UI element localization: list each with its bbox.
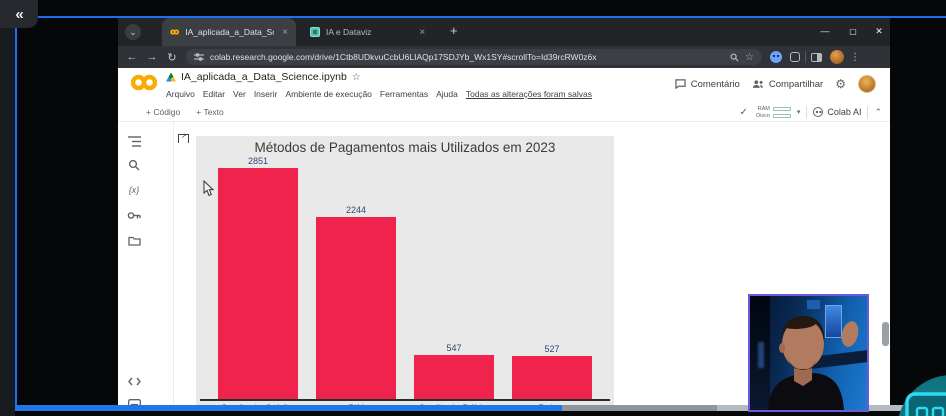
menu-item-ver[interactable]: Ver [233,89,246,99]
tab-title: IA e Dataviz [326,27,372,37]
progress-played [15,405,563,411]
bookmark-star-icon[interactable]: ☆ [745,52,754,63]
variables-icon[interactable]: {x} [125,181,143,199]
menu-item-inserir[interactable]: Inserir [254,89,278,99]
x-axis-line [200,399,610,401]
tab-close-button[interactable]: × [282,27,288,38]
reload-button[interactable]: ↻ [162,51,182,64]
browser-profile-avatar[interactable] [830,50,844,64]
colab-menu-bar: Arquivo Editar Ver Inserir Ambiente de execu… [166,89,592,99]
tab-search-button[interactable]: ⌄ [125,24,141,40]
presenter-person [768,316,859,410]
window-maximize-button[interactable]: ▢ [843,21,863,41]
menu-item-editar[interactable]: Editar [203,89,225,99]
comment-button[interactable]: Comentário [675,79,740,90]
bar-value-label: 527 [544,344,560,354]
extensions-icon[interactable] [790,52,800,62]
tab-dataviz[interactable]: IA e Dataviz × [302,18,442,46]
comment-icon [675,79,686,89]
people-icon [752,80,763,88]
window-close-button[interactable]: ✕ [869,21,889,41]
files-folder-icon[interactable] [125,231,143,249]
colab-ai-label: Colab AI [827,107,862,117]
divider [806,105,808,119]
colab-header: IA_aplicada_a_Data_Science.ipynb ☆ Arqui… [118,68,890,102]
bar-boleto [512,356,592,399]
code-snippets-icon[interactable] [125,372,143,390]
disk-label: Disco [756,112,770,119]
forward-button[interactable]: → [142,51,162,63]
extension-colab-icon[interactable] [770,51,782,63]
video-frame: « ⌄ IA_aplicada_a_Data_Science.ipy × IA … [0,0,946,416]
bar-cartão-de-débito [414,355,494,399]
player-left-strip [0,0,15,416]
collapse-sidebar-button[interactable]: « [0,0,38,28]
browser-nav-bar: ← → ↻ colab.research.google.com/drive/1C… [118,46,890,68]
new-tab-button[interactable]: + [450,23,458,38]
bar-value-label: 547 [446,343,462,353]
robot-face-icon [813,107,824,117]
colab-ai-button[interactable]: Colab AI [813,107,861,117]
webcam-overlay [748,294,869,412]
save-status-link[interactable]: Todas as alterações foram salvas [466,89,592,99]
tab-colab-notebook[interactable]: IA_aplicada_a_Data_Science.ipy × [162,18,296,46]
settings-gear-icon[interactable]: ⚙ [835,77,846,91]
table-of-contents-icon[interactable] [125,132,143,150]
divider [867,105,869,119]
robot-cassette-icon [905,392,946,416]
browser-tab-bar: ⌄ IA_aplicada_a_Data_Science.ipy × IA e … [118,18,890,46]
chart-figure: Métodos de Pagamentos mais Utilizados em… [196,136,614,416]
ram-label: RAM [757,105,770,112]
bar-value-label: 2244 [345,205,367,215]
browser-menu-button[interactable]: ⋮ [850,52,860,63]
drive-icon [166,72,176,82]
chart-title: Métodos de Pagamentos mais Utilizados em… [254,140,556,155]
menu-item-ferramentas[interactable]: Ferramentas [380,89,428,99]
comment-label: Comentário [690,78,740,90]
notebook-filename[interactable]: IA_aplicada_a_Data_Science.ipynb [181,71,347,83]
url-text[interactable]: colab.research.google.com/drive/1Ctb8UDk… [210,52,724,62]
scrollbar-thumb[interactable] [882,322,889,346]
add-text-button[interactable]: + Texto [196,107,224,117]
resources-indicator[interactable]: RAM Disco [754,106,791,119]
bar-value-label: 2851 [247,156,269,166]
colab-logo [131,74,157,91]
search-icon[interactable] [125,156,143,174]
colab-sidebar: {x} [118,122,174,410]
tab-close-button[interactable]: × [419,27,425,38]
video-left-border [15,16,17,411]
add-code-button[interactable]: + Código [146,107,180,117]
menu-item-arquivo[interactable]: Arquivo [166,89,195,99]
channel-brand-logo [897,375,946,416]
star-favorite-icon[interactable]: ☆ [352,72,361,83]
notebook-toolbar: + Código + Texto ✓ RAM Disco ▾ Colab AI … [118,102,890,122]
window-minimize-button[interactable]: — [815,21,835,41]
secrets-key-icon[interactable] [125,206,143,224]
connected-check-icon: ✓ [739,106,748,118]
account-avatar[interactable] [858,75,876,93]
share-label: Compartilhar [768,78,824,90]
divider [805,51,806,63]
bar-pix [316,217,396,399]
mouse-cursor [203,180,215,197]
tab-title: IA_aplicada_a_Data_Science.ipy [185,27,274,37]
bar-cartão-de-crédito [218,168,298,399]
back-button[interactable]: ← [122,51,142,63]
open-output-icon[interactable] [178,132,189,143]
url-bar[interactable]: colab.research.google.com/drive/1Ctb8UDk… [186,49,762,65]
split-screen-icon[interactable] [811,52,822,62]
site-settings-icon[interactable] [194,53,204,61]
ram-usage-bar [772,106,791,111]
zoom-icon[interactable] [730,52,739,62]
colab-favicon [170,29,180,35]
disk-usage-bar [772,113,791,118]
dataviz-favicon [310,27,320,37]
menu-item-ajuda[interactable]: Ajuda [436,89,458,99]
share-button[interactable]: Compartilhar [752,79,823,90]
chevron-down-icon: ⌄ [129,26,137,37]
menu-item-ambiente-de-execução[interactable]: Ambiente de execução [285,89,371,99]
resources-caret-icon[interactable]: ▾ [797,108,801,116]
collapse-toolbar-icon[interactable]: ⌃ [874,107,882,118]
